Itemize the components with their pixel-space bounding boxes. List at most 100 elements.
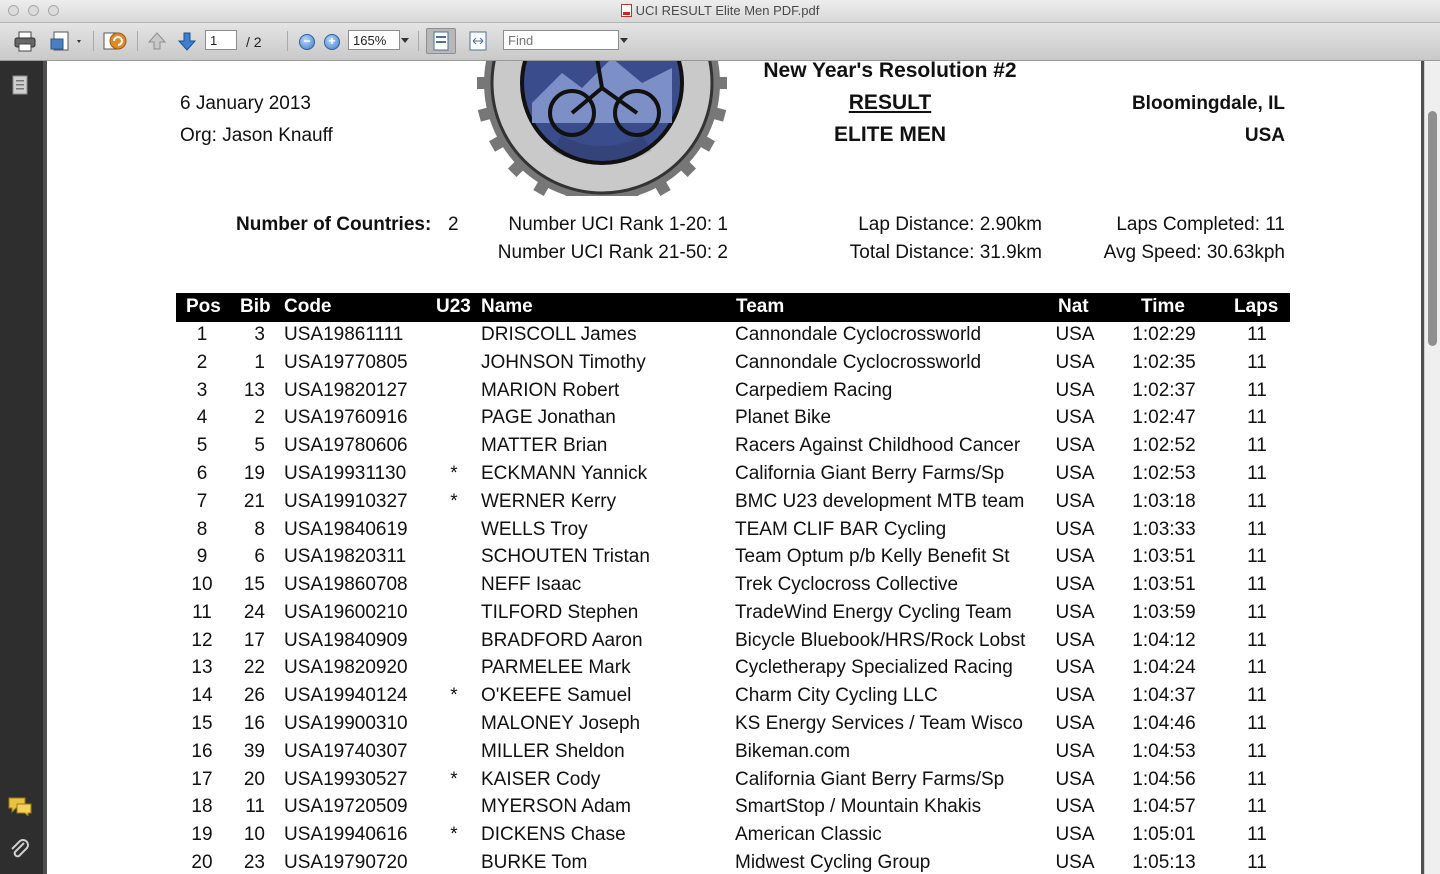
- cell-pos: 9: [196, 546, 208, 567]
- zoom-out-button[interactable]: −: [299, 34, 315, 50]
- pdf-file-icon: [620, 4, 632, 17]
- cell-laps: 11: [1247, 352, 1267, 373]
- cell-team: California Giant Berry Farms/Sp: [735, 769, 1005, 790]
- window-title-area: UCI RESULT Elite Men PDF.pdf: [0, 3, 1440, 18]
- cell-nat: USA: [1055, 796, 1095, 817]
- cell-bib: 2: [254, 407, 265, 428]
- table-row: 16 39 USA19740307 MILLER Sheldon Bikeman…: [47, 741, 1421, 769]
- cell-pos: 13: [191, 657, 213, 678]
- attachments-button[interactable]: [9, 838, 31, 867]
- zoom-dropdown-chevron-down-icon[interactable]: [401, 38, 409, 43]
- cell-name: MALONEY Joseph: [481, 713, 641, 734]
- cell-laps: 11: [1247, 630, 1267, 651]
- header-team: Team: [736, 296, 785, 317]
- cell-pos: 17: [191, 769, 213, 790]
- thumbnails-icon: [12, 75, 28, 95]
- cell-time: 1:03:59: [1132, 602, 1196, 623]
- cell-nat: USA: [1055, 769, 1095, 790]
- cell-bib: 1: [254, 352, 265, 373]
- page-down-icon: [177, 32, 197, 51]
- cell-laps: 11: [1247, 574, 1267, 595]
- cell-laps: 11: [1247, 463, 1267, 484]
- cell-team: TEAM CLIF BAR Cycling: [735, 519, 947, 540]
- cell-laps: 11: [1247, 824, 1267, 845]
- header-laps: Laps: [1234, 296, 1279, 317]
- find-options-chevron-down-icon[interactable]: [620, 38, 628, 43]
- cell-name: TILFORD Stephen: [481, 602, 639, 623]
- cell-code: USA19840619: [284, 519, 408, 540]
- single-page-view-button[interactable]: [426, 28, 456, 54]
- cell-name: MATTER Brian: [481, 435, 608, 456]
- page-total: / 2: [246, 34, 262, 50]
- next-page-button[interactable]: [176, 29, 198, 53]
- vertical-scrollbar[interactable]: [1424, 61, 1440, 874]
- cell-code: USA19770805: [284, 352, 408, 373]
- sync-button[interactable]: [101, 29, 129, 53]
- cell-laps: 11: [1247, 602, 1267, 623]
- export-button[interactable]: [49, 29, 85, 53]
- pdf-page: 6 January 2013 Org: Jason Knauff New Yea…: [47, 61, 1421, 874]
- cell-bib: 10: [243, 824, 265, 845]
- cell-team: Cycletherapy Specialized Racing: [735, 657, 1013, 678]
- scrollbar-thumb[interactable]: [1428, 111, 1437, 346]
- cell-nat: USA: [1055, 741, 1095, 762]
- find-input[interactable]: [503, 30, 619, 50]
- thumbnails-button[interactable]: [10, 74, 30, 101]
- cell-bib: 11: [245, 796, 265, 817]
- window-title: UCI RESULT Elite Men PDF.pdf: [635, 3, 820, 18]
- page-number-input[interactable]: [205, 30, 237, 50]
- cell-team: California Giant Berry Farms/Sp: [735, 463, 1005, 484]
- title-bar: UCI RESULT Elite Men PDF.pdf: [0, 0, 1440, 23]
- print-button[interactable]: [12, 29, 38, 53]
- cell-time: 1:02:53: [1132, 463, 1196, 484]
- zoom-in-button[interactable]: +: [324, 34, 340, 50]
- cell-team: Carpediem Racing: [735, 380, 893, 401]
- cell-code: USA19790720: [284, 852, 408, 873]
- cell-team: SmartStop / Mountain Khakis: [735, 796, 982, 817]
- cell-time: 1:04:57: [1132, 796, 1196, 817]
- cell-pos: 10: [191, 574, 213, 595]
- cell-time: 1:02:35: [1132, 352, 1196, 373]
- cell-time: 1:04:56: [1132, 769, 1196, 790]
- table-row: 6 19 USA19931130 * ECKMANN Yannick Calif…: [47, 463, 1421, 491]
- previous-page-button[interactable]: [146, 29, 168, 53]
- cell-time: 1:03:33: [1132, 519, 1196, 540]
- cell-name: MILLER Sheldon: [481, 741, 625, 762]
- fit-width-button[interactable]: [464, 29, 492, 53]
- cell-code: USA19840909: [284, 630, 408, 651]
- cell-code: USA19940616: [284, 824, 408, 845]
- cell-nat: USA: [1055, 630, 1095, 651]
- cell-laps: 11: [1247, 546, 1267, 567]
- cell-laps: 11: [1247, 796, 1267, 817]
- cell-team: Cannondale Cyclocrossworld: [735, 324, 982, 345]
- table-row: 14 26 USA19940124 * O'KEEFE Samuel Charm…: [47, 685, 1421, 713]
- cell-u23: *: [450, 463, 458, 484]
- zoom-in-icon: +: [328, 34, 336, 48]
- cell-name: WERNER Kerry: [481, 491, 617, 512]
- cell-team: Midwest Cycling Group: [735, 852, 931, 873]
- table-row: 4 2 USA19760916 PAGE Jonathan Planet Bik…: [47, 407, 1421, 435]
- comments-button[interactable]: [7, 796, 33, 821]
- cell-code: USA19600210: [284, 602, 408, 623]
- cell-code: USA19910327: [284, 491, 408, 512]
- cell-nat: USA: [1055, 380, 1095, 401]
- cell-code: USA19780606: [284, 435, 408, 456]
- cell-u23: *: [450, 491, 458, 512]
- cell-team: American Classic: [735, 824, 882, 845]
- cell-nat: USA: [1055, 824, 1095, 845]
- cell-laps: 11: [1247, 741, 1267, 762]
- zoom-level-input[interactable]: [348, 30, 400, 50]
- cell-name: KAISER Cody: [481, 769, 601, 790]
- cell-time: 1:04:24: [1132, 657, 1196, 678]
- cell-pos: 20: [191, 852, 213, 873]
- cell-pos: 8: [196, 519, 208, 540]
- race-location: Bloomingdale, IL: [1131, 93, 1285, 114]
- cell-laps: 11: [1247, 519, 1267, 540]
- cell-bib: 16: [243, 713, 265, 734]
- toolbar-separator: [287, 31, 288, 51]
- cell-time: 1:02:52: [1132, 435, 1196, 456]
- toolbar-separator: [93, 31, 94, 51]
- cell-pos: 16: [191, 741, 213, 762]
- comments-icon: [8, 797, 32, 818]
- cell-time: 1:02:47: [1132, 407, 1196, 428]
